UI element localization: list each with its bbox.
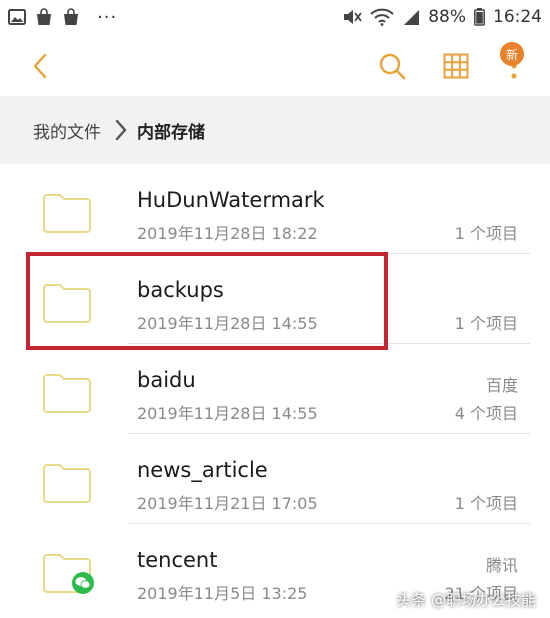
shopping-bag-icon [35, 8, 53, 26]
item-count: 1 个项目 [454, 314, 518, 333]
watermark: 头条 @职场办公技能 [396, 589, 536, 610]
watermark-text: 头条 @职场办公技能 [396, 591, 536, 609]
item-count: 1 个项目 [454, 224, 518, 243]
chevron-left-icon [33, 53, 47, 79]
back-button[interactable] [22, 48, 58, 84]
wechat-icon [72, 572, 94, 594]
list-item[interactable]: HuDunWatermark 2019年11月28日 18:22 1 个项目 [0, 164, 550, 254]
highlight-box [26, 252, 388, 350]
folder-icon [43, 374, 91, 413]
chevron-right-icon [115, 119, 127, 141]
mute-icon [342, 8, 362, 26]
file-date: 2019年11月28日 18:22 [137, 224, 318, 243]
folder-icon [43, 464, 91, 503]
new-badge: 新 [500, 42, 524, 66]
folder-icon [43, 194, 91, 233]
search-icon [379, 53, 406, 80]
clock: 16:24 [493, 7, 542, 27]
file-name: baidu [137, 368, 196, 392]
battery-percent: 88% [428, 7, 466, 27]
file-name: tencent [137, 548, 218, 572]
wifi-icon [370, 8, 394, 26]
grid-view-button[interactable] [436, 46, 476, 86]
file-date: 2019年11月28日 14:55 [137, 404, 318, 423]
list-item[interactable]: baidu 2019年11月28日 14:55 百度 4 个项目 [0, 344, 550, 434]
more-notifications: ··· [97, 6, 118, 28]
file-tag: 百度 [485, 376, 518, 395]
item-count: 1 个项目 [454, 494, 518, 513]
status-bar: ··· 88% 16:24 [0, 0, 550, 34]
notification-icons: ··· [8, 7, 117, 28]
file-date: 2019年11月21日 17:05 [137, 494, 318, 513]
grid-icon [443, 53, 469, 79]
file-name: HuDunWatermark [137, 188, 325, 212]
signal-icon [402, 8, 420, 26]
list-item[interactable]: news_article 2019年11月21日 17:05 1 个项目 [0, 434, 550, 524]
toolbar: 新 [0, 34, 550, 96]
file-name: news_article [137, 458, 268, 482]
file-tag: 腾讯 [485, 556, 518, 575]
file-date: 2019年11月5日 13:25 [137, 584, 308, 603]
breadcrumb-current: 内部存储 [137, 122, 205, 143]
search-button[interactable] [372, 46, 412, 86]
breadcrumb-root[interactable]: 我的文件 [33, 118, 101, 143]
breadcrumb: 我的文件 内部存储 [0, 96, 550, 164]
item-count: 4 个项目 [454, 404, 518, 423]
shopping-bag-icon [62, 8, 80, 26]
battery-icon [474, 8, 485, 26]
image-icon [8, 9, 26, 25]
system-icons: 88% 16:24 [342, 7, 542, 27]
